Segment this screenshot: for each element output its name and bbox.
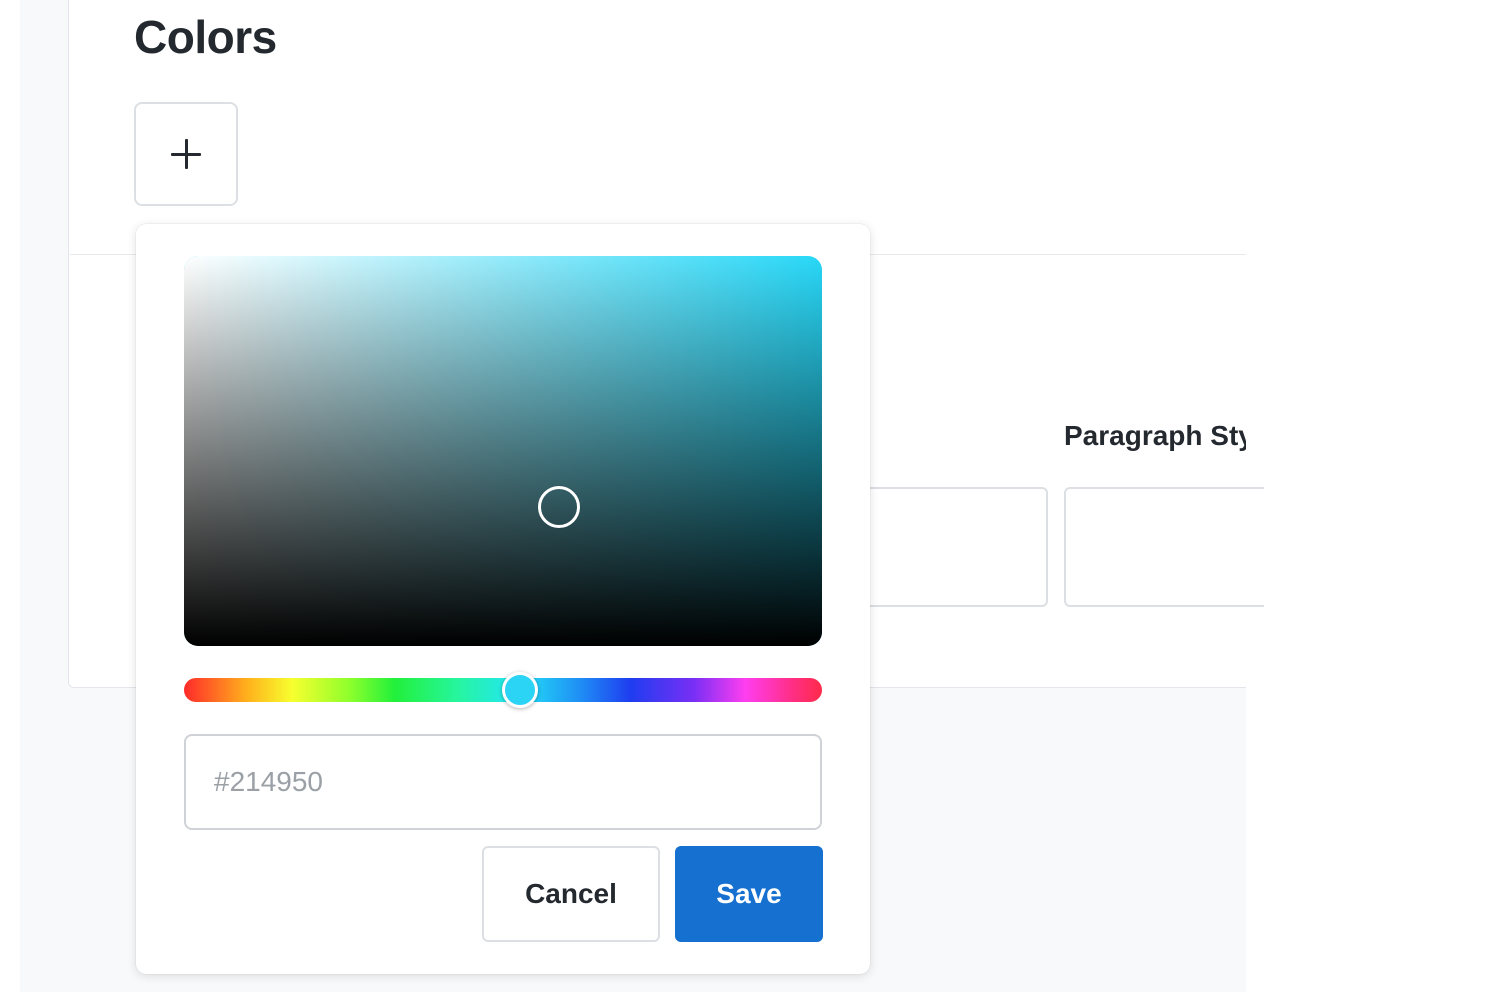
hue-slider[interactable]: [184, 672, 822, 708]
section-title: Colors: [134, 11, 277, 63]
window-margin: [1246, 0, 1486, 992]
hue-slider-handle[interactable]: [502, 672, 538, 708]
color-picker-popover: Cancel Save: [136, 224, 870, 974]
paragraph-style-box[interactable]: [1064, 487, 1264, 607]
paragraph-style-label: Paragraph Sty: [1064, 420, 1246, 451]
saturation-value-handle[interactable]: [538, 486, 580, 528]
cancel-button[interactable]: Cancel: [482, 846, 660, 942]
saturation-value-area[interactable]: [184, 256, 822, 646]
plus-icon: [171, 139, 201, 169]
add-color-button[interactable]: [134, 102, 238, 206]
value-gradient: [184, 256, 822, 646]
save-button[interactable]: Save: [675, 846, 823, 942]
hex-color-input[interactable]: [184, 734, 822, 830]
